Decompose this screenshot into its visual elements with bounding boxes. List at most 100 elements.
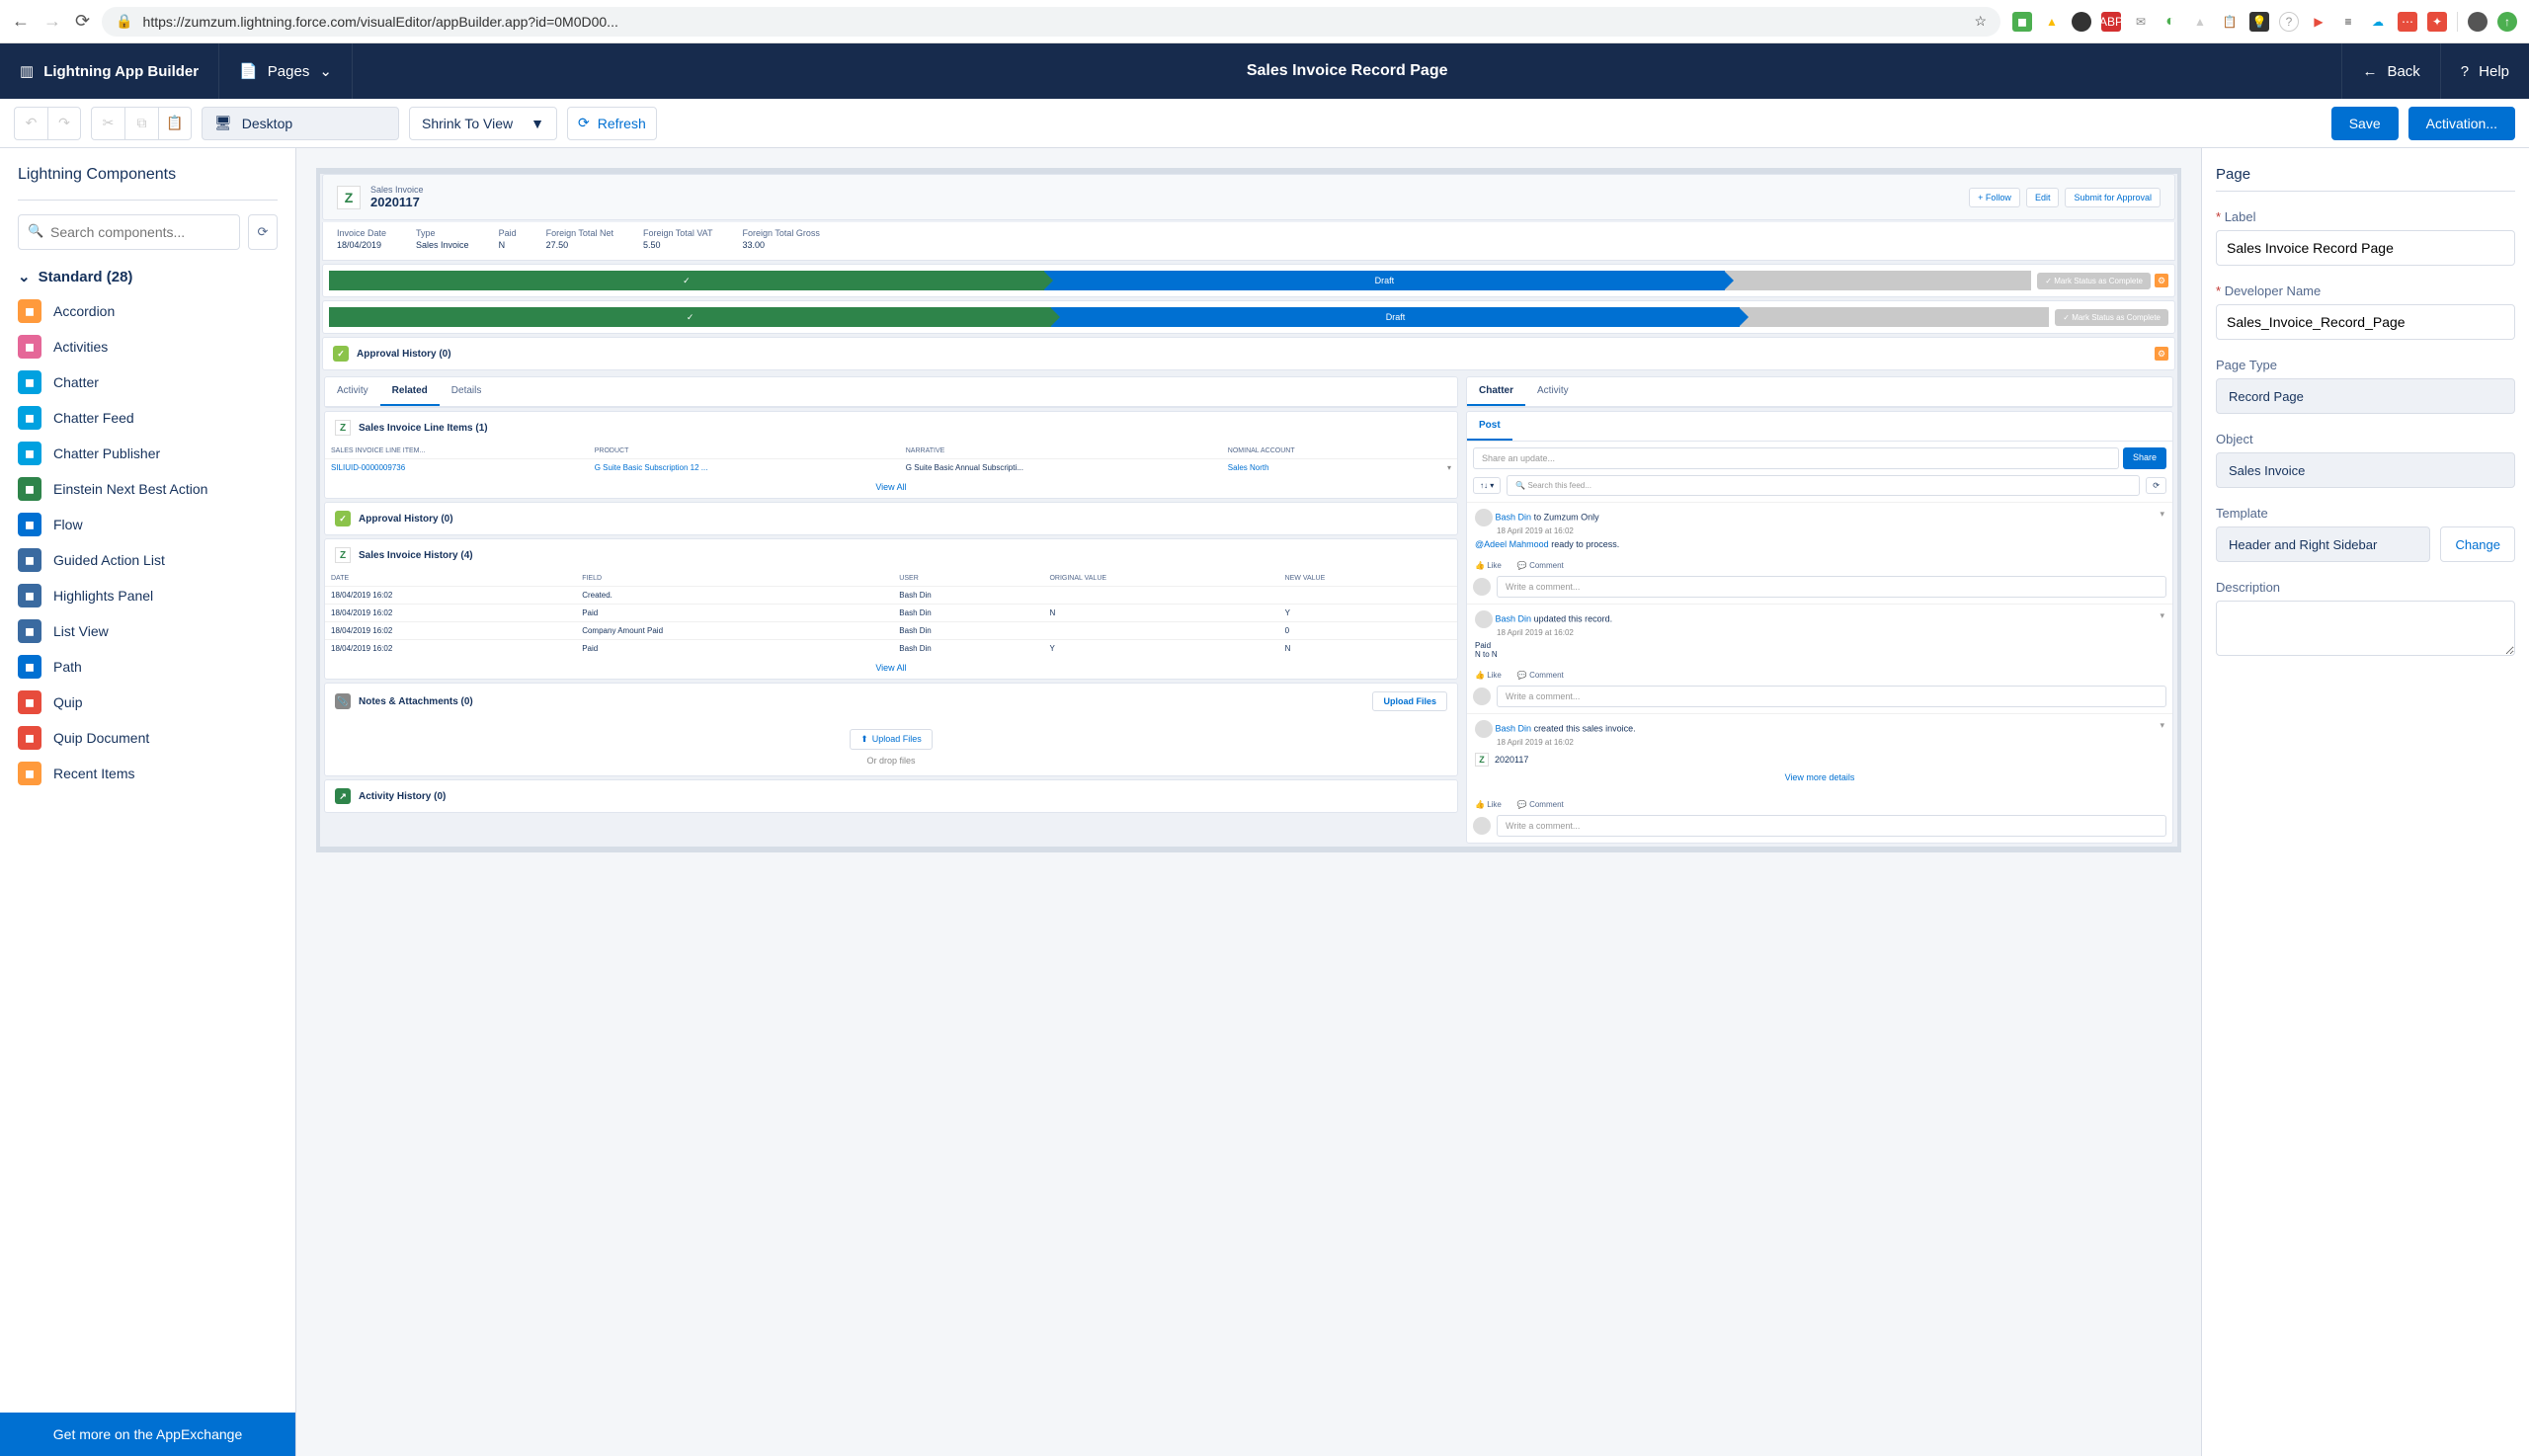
path-component[interactable]: ✓ Draft ✓ Mark Status as Complete <box>322 300 2175 334</box>
like-button[interactable]: 👍 Like <box>1475 561 1502 570</box>
nav-forward-icon[interactable]: → <box>43 11 61 32</box>
component-item[interactable]: ◼Recent Items <box>10 756 286 791</box>
ext-icon[interactable]: ? <box>2279 12 2299 32</box>
redo-button[interactable]: ↷ <box>47 107 81 140</box>
component-item[interactable]: ◼Activities <box>10 329 286 364</box>
help-button[interactable]: ? Help <box>2440 43 2529 99</box>
component-item[interactable]: ◼Chatter <box>10 364 286 400</box>
gear-icon[interactable]: ⚙ <box>2155 274 2168 287</box>
ext-icon[interactable]: ▲ <box>2042 12 2062 32</box>
approval-history-card[interactable]: ✓Approval History (0) <box>324 502 1458 535</box>
ext-icon[interactable]: ☁ <box>2368 12 2388 32</box>
more-icon[interactable]: ▾ <box>2160 509 2164 520</box>
follow-button[interactable]: + Follow <box>1969 188 2020 207</box>
like-button[interactable]: 👍 Like <box>1475 671 1502 680</box>
line-items-card[interactable]: Z Sales Invoice Line Items (1) SALES INV… <box>324 411 1458 499</box>
ext-icon[interactable]: ✉ <box>2131 12 2151 32</box>
comment-input[interactable]: Write a comment... <box>1497 686 2166 707</box>
save-button[interactable]: Save <box>2331 107 2399 140</box>
share-update-input[interactable]: Share an update... <box>1473 447 2119 469</box>
feed-refresh[interactable]: ⟳ <box>2146 477 2166 494</box>
undo-button[interactable]: ↶ <box>14 107 47 140</box>
tab-chatter[interactable]: Chatter <box>1467 377 1525 406</box>
tab-details[interactable]: Details <box>440 377 494 406</box>
notes-card[interactable]: 📎 Notes & Attachments (0) Upload Files ⬆… <box>324 683 1458 776</box>
history-card[interactable]: Z Sales Invoice History (4) DATEFIELDUSE… <box>324 538 1458 680</box>
search-input[interactable] <box>18 214 240 250</box>
zoom-select[interactable]: Shrink To View ▼ <box>409 107 557 140</box>
back-button[interactable]: ← Back <box>2341 43 2439 99</box>
activation-button[interactable]: Activation... <box>2408 107 2515 140</box>
ext-icon[interactable]: ▶ <box>2309 12 2328 32</box>
ext-icon[interactable]: ≡ <box>2338 12 2358 32</box>
ext-icon[interactable]: ABP <box>2101 12 2121 32</box>
category-toggle[interactable]: ⌄ Standard (28) <box>0 250 295 293</box>
tab-related[interactable]: Related <box>380 377 440 406</box>
ext-icon[interactable]: ▲ <box>2190 12 2210 32</box>
highlights-fields[interactable]: Invoice Date18/04/2019TypeSales InvoiceP… <box>322 222 2175 261</box>
comment-input[interactable]: Write a comment... <box>1497 815 2166 837</box>
component-item[interactable]: ◼Chatter Publisher <box>10 436 286 471</box>
copy-button[interactable]: ⧉ <box>124 107 158 140</box>
component-item[interactable]: ◼Guided Action List <box>10 542 286 578</box>
pages-menu[interactable]: 📄 Pages ⌄ <box>219 43 353 99</box>
nav-reload-icon[interactable]: ⟳ <box>75 11 90 32</box>
tabs-component[interactable]: Activity Related Details <box>324 376 1458 408</box>
like-button[interactable]: 👍 Like <box>1475 800 1502 809</box>
component-item[interactable]: ◼Path <box>10 649 286 685</box>
refresh-button[interactable]: ⟳ Refresh <box>567 107 657 140</box>
chatter-tabs[interactable]: Chatter Activity <box>1466 376 2173 408</box>
share-button[interactable]: Share <box>2123 447 2166 469</box>
ext-icon[interactable]: ◐ <box>2161 12 2180 32</box>
component-item[interactable]: ◼List View <box>10 613 286 649</box>
component-item[interactable]: ◼Quip Document <box>10 720 286 756</box>
devname-input[interactable] <box>2216 304 2515 340</box>
paste-button[interactable]: 📋 <box>158 107 192 140</box>
component-item[interactable]: ◼Quip <box>10 685 286 720</box>
edit-button[interactable]: Edit <box>2026 188 2060 207</box>
ext-icon[interactable]: ⋯ <box>2398 12 2417 32</box>
component-item[interactable]: ◼Einstein Next Best Action <box>10 471 286 507</box>
sort-button[interactable]: ↑↓ ▾ <box>1473 477 1501 494</box>
post-tab[interactable]: Post <box>1467 412 1512 441</box>
ext-icon[interactable]: ◼ <box>2012 12 2032 32</box>
nav-back-icon[interactable]: ← <box>12 11 30 32</box>
ext-icon[interactable]: 💡 <box>2249 12 2269 32</box>
more-icon[interactable]: ▾ <box>2160 610 2164 621</box>
tab-activity[interactable]: Activity <box>325 377 380 406</box>
feed-author[interactable]: Bash Din <box>1496 512 1532 522</box>
ext-icon[interactable]: ↑ <box>2497 12 2517 32</box>
component-item[interactable]: ◼Flow <box>10 507 286 542</box>
appexchange-link[interactable]: Get more on the AppExchange <box>0 1413 295 1456</box>
path-component[interactable]: ✓ Draft ✓ Mark Status as Complete ⚙ <box>322 264 2175 297</box>
mark-complete-button[interactable]: ✓ Mark Status as Complete <box>2055 309 2168 326</box>
comment-button[interactable]: 💬 Comment <box>1517 561 1564 570</box>
url-bar[interactable]: 🔒 https://zumzum.lightning.force.com/vis… <box>102 7 2000 37</box>
component-item[interactable]: ◼Chatter Feed <box>10 400 286 436</box>
ext-icon[interactable] <box>2072 12 2091 32</box>
view-all-link[interactable]: View All <box>325 657 1457 679</box>
chatter-publisher[interactable]: Post Share an update... Share ↑↓ ▾ 🔍 Sea… <box>1466 411 2173 844</box>
comment-input[interactable]: Write a comment... <box>1497 576 2166 598</box>
more-icon[interactable]: ▾ <box>2160 720 2164 731</box>
form-factor-select[interactable]: 🖥 Desktop <box>202 107 399 140</box>
ext-icon[interactable]: ✦ <box>2427 12 2447 32</box>
gear-icon[interactable]: ⚙ <box>2155 347 2168 361</box>
cut-button[interactable]: ✂ <box>91 107 124 140</box>
star-icon[interactable]: ☆ <box>1974 13 1987 30</box>
view-all-link[interactable]: View All <box>325 476 1457 498</box>
upload-files-button[interactable]: Upload Files <box>1372 691 1447 711</box>
component-item[interactable]: ◼Accordion <box>10 293 286 329</box>
view-more-link[interactable]: View more details <box>1475 767 2164 788</box>
record-header[interactable]: Z Sales Invoice 2020117 + Follow Edit Su… <box>322 174 2175 220</box>
feed-search[interactable]: 🔍 Search this feed... <box>1507 475 2140 496</box>
refresh-components-button[interactable]: ⟳ <box>248 214 278 250</box>
approval-history-card[interactable]: ✓ Approval History (0) ⚙ <box>322 337 2175 370</box>
activity-history-card[interactable]: ↗Activity History (0) <box>324 779 1458 813</box>
ext-icon[interactable]: 📋 <box>2220 12 2240 32</box>
avatar-icon[interactable] <box>2468 12 2488 32</box>
description-textarea[interactable] <box>2216 601 2515 656</box>
change-template-button[interactable]: Change <box>2440 526 2515 562</box>
comment-button[interactable]: 💬 Comment <box>1517 671 1564 680</box>
tab-activity[interactable]: Activity <box>1525 377 1581 406</box>
